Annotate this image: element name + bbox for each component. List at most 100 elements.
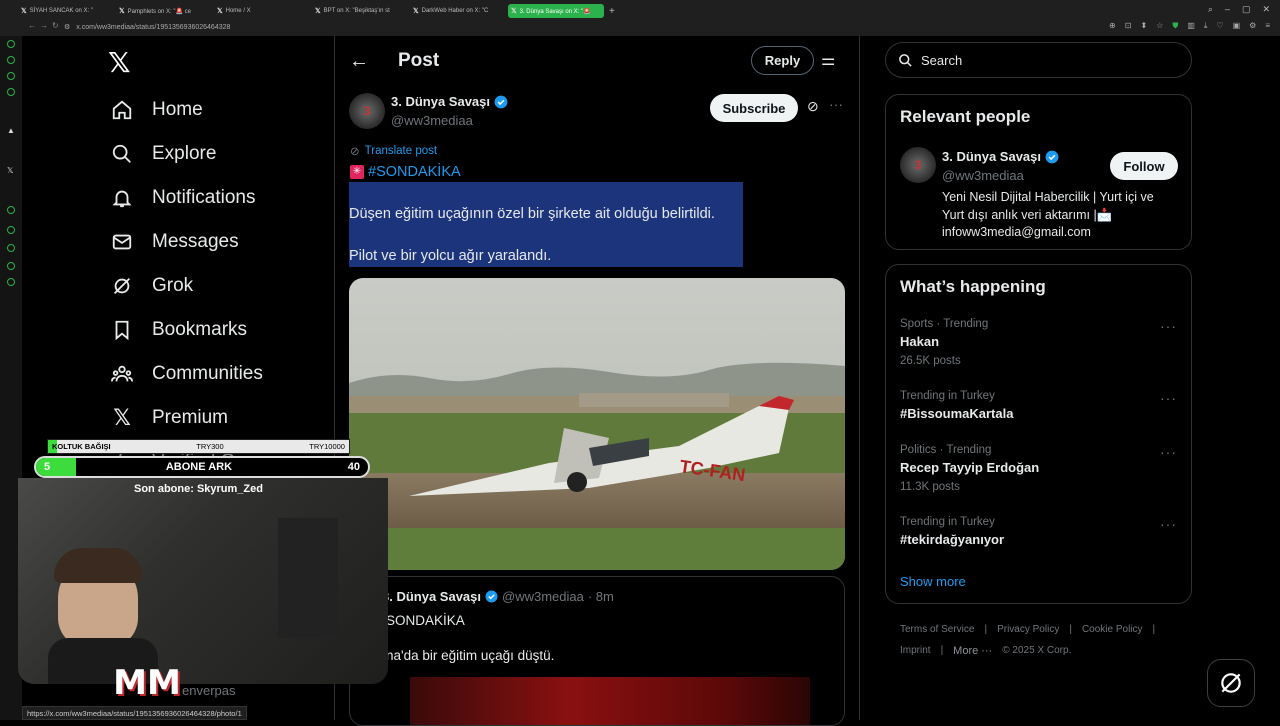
shield-icon[interactable]: ⛊ (1172, 21, 1178, 31)
whats-happening-card: What’s happening Sports · Trending Hakan… (885, 264, 1192, 604)
trend-name: #BissoumaKartala (900, 406, 1014, 421)
subscribe-button[interactable]: Subscribe (710, 94, 798, 122)
search-icon (899, 53, 912, 67)
sidebar-app-icon[interactable] (7, 40, 15, 48)
nav-item-bookmarks[interactable]: Bookmarks (110, 315, 247, 345)
follow-button[interactable]: Follow (1110, 152, 1178, 180)
sliders-icon[interactable]: ⚌ (821, 50, 835, 70)
back-icon[interactable]: ← (28, 21, 36, 30)
more-icon[interactable]: ··· (1160, 444, 1177, 460)
search-icon[interactable]: ⌕ (1208, 4, 1213, 15)
translate-link[interactable]: ⊘ Translate post (350, 144, 437, 158)
quoted-post[interactable]: 3. Dünya Savaşı @ww3mediaa · 8m SONDAKİK… (349, 576, 845, 726)
new-tab-button[interactable]: + (606, 4, 620, 18)
person-bio-line: infoww3media@gmail.com (942, 225, 1091, 239)
browser-tab-5[interactable]: 𝕏 DarkWeb Haber on X: "C (410, 4, 506, 18)
sidebar-icon[interactable]: ▥ (1187, 21, 1195, 31)
copyright-text: © 2025 X Corp. (1002, 645, 1072, 656)
trend-item[interactable]: Sports · Trending Hakan 26.5K posts (900, 318, 988, 367)
forward-icon[interactable]: → (40, 21, 48, 30)
browser-tab-4[interactable]: 𝕏 BPT on X: "Beşiktaş'ın st (312, 4, 408, 18)
minimize-icon[interactable]: – (1225, 4, 1230, 15)
person-bio-line: Yeni Nesil Dijital Habercilik | Yurt içi… (942, 190, 1154, 204)
grok-icon[interactable]: ⊘ (807, 98, 819, 115)
nav-item-communities[interactable]: Communities (110, 359, 263, 389)
background-object (278, 518, 338, 638)
trend-item[interactable]: Trending in Turkey #tekirdağyanıyor (900, 516, 1004, 547)
more-icon[interactable]: ··· (1160, 390, 1177, 406)
hashtag-link[interactable]: #SONDAKİKA (368, 164, 461, 180)
pin-icon[interactable]: ⬍ (1140, 21, 1147, 31)
download-icon[interactable]: ⤓ (1204, 21, 1208, 31)
reload-icon[interactable]: ↻ (52, 21, 59, 30)
nav-item-premium[interactable]: 𝕏 Premium (110, 403, 228, 433)
account-handle-partial[interactable]: enverpas (182, 683, 235, 698)
bell-icon (110, 186, 134, 210)
author-name-row[interactable]: 3. Dünya Savaşı (391, 94, 508, 109)
post-text-line: Düşen eğitim uçağının özel bir şirkete a… (349, 206, 715, 222)
grok-icon (110, 274, 134, 298)
sidebar-app-icon[interactable] (7, 206, 15, 214)
site-info-icon[interactable]: ⚙ (64, 23, 70, 31)
person-name-row[interactable]: 3. Dünya Savaşı (942, 149, 1059, 164)
trend-name: #tekirdağyanıyor (900, 532, 1005, 547)
sidebar-app-icon[interactable] (7, 72, 15, 80)
footer-more-link[interactable]: More ··· (953, 645, 992, 657)
screenshot-icon[interactable]: ⊡ (1125, 21, 1132, 31)
footer-link[interactable]: Terms of Service (900, 624, 974, 635)
close-icon[interactable]: ✕ (1262, 4, 1270, 15)
bookmark-star-icon[interactable]: ☆ (1156, 21, 1163, 31)
webcam-overlay (18, 478, 388, 684)
x-favicon-icon: 𝕏 (315, 8, 321, 15)
more-icon[interactable]: ··· (1160, 318, 1177, 334)
x-sidebar-icon[interactable]: 𝕏 (7, 166, 13, 175)
heart-icon[interactable]: ♡ (1216, 21, 1223, 31)
relevant-people-card: Relevant people 3 3. Dünya Savaşı @ww3me… (885, 94, 1192, 250)
footer-link[interactable]: Imprint (900, 645, 931, 657)
box-icon[interactable]: ▣ (1233, 21, 1241, 31)
sidebar-app-icon[interactable] (7, 278, 15, 286)
nav-item-notifications[interactable]: Notifications (110, 183, 256, 213)
sub-goal-target: 40 (347, 461, 360, 473)
reply-button[interactable]: Reply (751, 46, 814, 75)
search-input[interactable]: Search (885, 42, 1192, 78)
sidebar-app-icon[interactable]: ▲ (7, 126, 15, 135)
sidebar-app-icon[interactable] (7, 88, 15, 96)
footer-link[interactable]: Cookie Policy (1082, 624, 1143, 635)
nav-item-explore[interactable]: Explore (110, 139, 216, 169)
zoom-icon[interactable]: ⊕ (1109, 21, 1116, 31)
home-icon (110, 98, 134, 122)
trend-item[interactable]: Politics · Trending Recep Tayyip Erdoğan… (900, 444, 1039, 493)
sidebar-app-icon[interactable] (7, 56, 15, 64)
person-name: 3. Dünya Savaşı (942, 149, 1041, 164)
maximize-icon[interactable]: ▢ (1242, 4, 1251, 15)
avatar[interactable]: 3 (349, 93, 385, 129)
sidebar-app-icon[interactable] (7, 244, 15, 252)
address-bar[interactable]: ⚙ x.com/ww3mediaa/status/195135693602646… (64, 21, 1124, 33)
sidebar-app-icon[interactable] (7, 226, 15, 234)
x-logo-icon[interactable]: 𝕏 (108, 46, 131, 79)
menu-icon[interactable]: ≡ (1265, 21, 1270, 31)
browser-tab-2[interactable]: 𝕏 Pamphlets on X: "🚨 ce (116, 4, 212, 18)
nav-item-home[interactable]: Home (110, 95, 203, 125)
sidebar-app-icon[interactable] (7, 262, 15, 270)
show-more-link[interactable]: Show more (900, 574, 966, 589)
quoted-image (410, 677, 810, 725)
grok-floating-button[interactable] (1207, 659, 1255, 707)
browser-tab-1[interactable]: 𝕏 SİYAH SANCAK on X: " (18, 4, 114, 18)
footer-link[interactable]: Privacy Policy (997, 624, 1059, 635)
browser-tab-3[interactable]: 𝕏 Home / X (214, 4, 310, 18)
x-favicon-icon: 𝕏 (119, 8, 125, 15)
browser-tab-active[interactable]: 𝕏 3. Dünya Savaşı on X: "🚨 (508, 4, 604, 18)
settings-icon[interactable]: ⚙ (1249, 21, 1256, 31)
author-handle[interactable]: @ww3mediaa (391, 113, 473, 128)
more-icon[interactable]: ··· (829, 96, 843, 112)
trend-category: Sports · Trending (900, 318, 989, 330)
nav-item-messages[interactable]: Messages (110, 227, 239, 257)
more-icon[interactable]: ··· (1160, 516, 1177, 532)
nav-item-grok[interactable]: Grok (110, 271, 193, 301)
trend-item[interactable]: Trending in Turkey #BissoumaKartala (900, 390, 1013, 421)
post-image[interactable]: TC-FAN (349, 278, 845, 570)
avatar[interactable]: 3 (900, 147, 936, 183)
back-arrow-icon[interactable]: ← (349, 50, 369, 73)
